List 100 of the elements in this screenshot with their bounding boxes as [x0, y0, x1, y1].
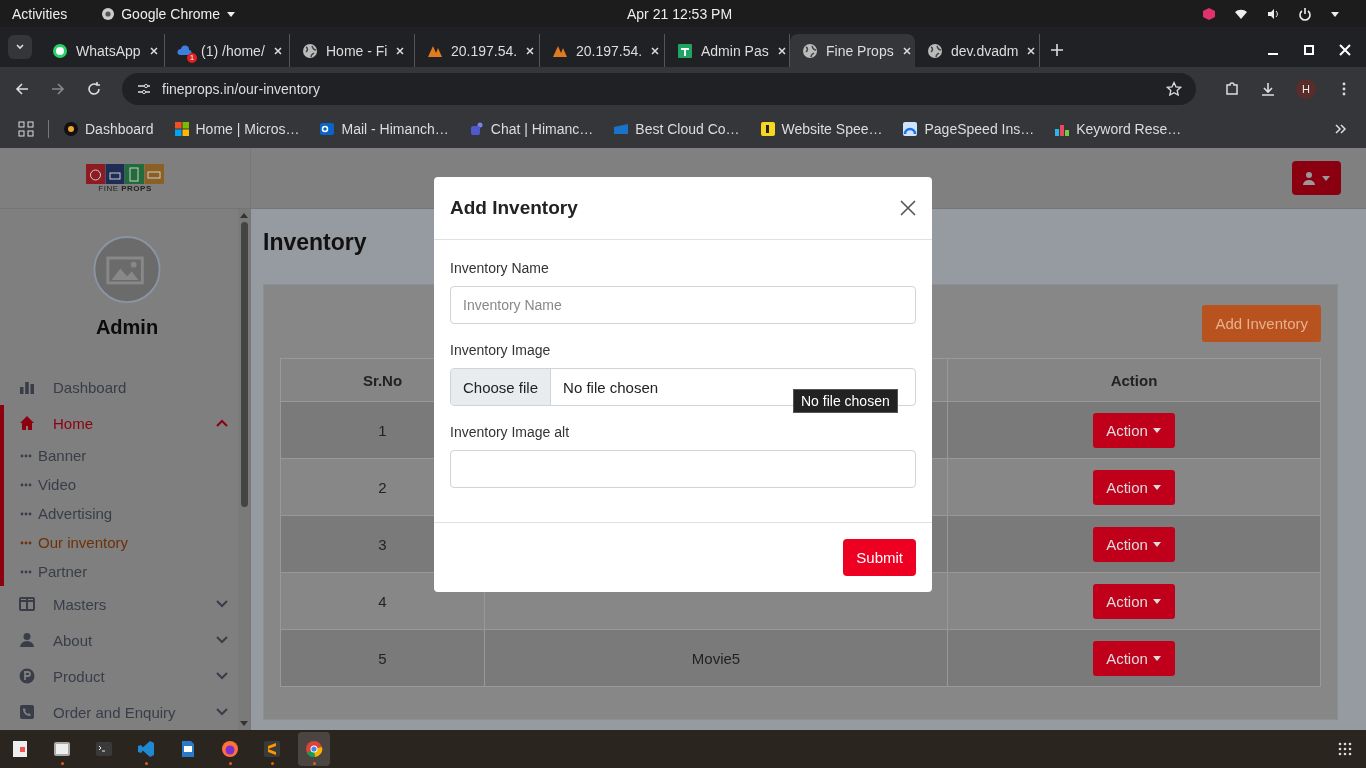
caret-icon — [1151, 425, 1162, 435]
profile-avatar[interactable]: H — [1296, 78, 1316, 99]
chevron-down-icon — [216, 636, 228, 644]
action-dropdown-button[interactable]: Action — [1093, 469, 1175, 505]
user-menu-button[interactable] — [1292, 161, 1341, 195]
document-icon — [10, 739, 30, 759]
home-icon — [19, 415, 35, 431]
image-placeholder-icon — [91, 235, 163, 304]
terminal-icon — [94, 739, 114, 759]
star-icon[interactable] — [1166, 80, 1182, 97]
input-field[interactable]: Inventory Name — [450, 286, 916, 324]
circle-icon — [63, 121, 79, 137]
caret-icon — [1151, 482, 1162, 492]
app-menu[interactable]: Google Chrome — [101, 5, 237, 22]
tab-title: (1) /home/ — [201, 42, 265, 59]
table-cell: Movie5 — [691, 649, 741, 667]
letter-tile-icon — [759, 121, 776, 137]
scrollbar[interactable] — [238, 209, 250, 730]
close-icon[interactable] — [900, 200, 916, 216]
scroll-down-icon[interactable] — [240, 721, 248, 727]
chevron-down-icon — [216, 600, 228, 608]
action-dropdown-button[interactable]: Action — [1093, 526, 1175, 562]
cube-icon[interactable] — [1202, 6, 1216, 21]
tab-title: 20.197.54. — [451, 42, 518, 59]
tab-title: Fine Props — [826, 42, 894, 59]
sheet-icon — [677, 42, 693, 59]
code-editor-icon — [136, 739, 156, 759]
close-icon[interactable] — [650, 45, 661, 56]
field-label: Inventory Name — [450, 260, 550, 276]
columns-icon — [19, 596, 35, 612]
mail-icon — [319, 121, 336, 137]
field-label: Inventory Image — [450, 342, 552, 358]
column-header: Action — [947, 358, 1321, 402]
bookmark[interactable]: Dashboard — [63, 121, 154, 137]
bookmark[interactable]: Best Cloud Co… — [613, 121, 740, 137]
tab-title: Admin Pas — [701, 42, 769, 59]
reload-icon[interactable] — [86, 80, 102, 97]
chevron-up-icon — [216, 419, 228, 427]
chevron-down-icon — [216, 708, 228, 716]
action-dropdown-button[interactable]: Action — [1093, 412, 1175, 448]
scroll-up-icon[interactable] — [240, 212, 248, 218]
bar-chart-icon — [19, 379, 35, 395]
dialog-title: Add Inventory — [450, 197, 578, 219]
parking-icon — [19, 668, 35, 684]
maximize-icon[interactable] — [1302, 43, 1316, 57]
browser-tab[interactable]: Fine Props — [790, 34, 915, 67]
user-name: Admin — [94, 316, 160, 339]
more-bookmarks-icon[interactable] — [1334, 122, 1348, 136]
page-title: Inventory — [263, 229, 368, 256]
tab-title: dev.dvadm — [951, 42, 1019, 59]
logo-icon — [86, 163, 164, 184]
address-bar[interactable]: fineprops.in/our-inventory — [122, 72, 1196, 105]
back-arrow-icon[interactable] — [14, 80, 30, 97]
table-cell: 5 — [280, 629, 485, 687]
text-editor-icon — [262, 739, 282, 759]
bookmark[interactable]: Website Spee… — [759, 121, 883, 137]
close-icon[interactable] — [525, 45, 536, 56]
tiles-icon — [173, 121, 190, 137]
bookmark[interactable]: Mail - Himanch… — [319, 121, 449, 137]
logo-text: FINE PROPS — [98, 183, 152, 193]
globe-icon — [802, 42, 818, 59]
dots-icon — [20, 482, 32, 487]
globe-icon — [302, 42, 318, 59]
chat-bubble-icon — [52, 42, 68, 59]
forward-arrow-icon[interactable] — [50, 80, 66, 97]
bookmark[interactable]: Home | Micros… — [173, 121, 300, 137]
chevron-down-icon — [216, 672, 228, 680]
input-field[interactable] — [450, 450, 916, 488]
bookmark[interactable]: Chat | Himanc… — [468, 121, 594, 137]
globe-icon — [927, 42, 943, 59]
app-grid-icon[interactable] — [1338, 742, 1352, 756]
bookmark[interactable]: Keyword Rese… — [1054, 121, 1182, 137]
tab-title: WhatsApp — [76, 42, 141, 59]
clock[interactable]: Apr 21 12:53 PM — [627, 5, 733, 22]
caret-icon — [1151, 653, 1162, 663]
gauge-icon — [902, 121, 919, 137]
submit-button[interactable]: Submit — [843, 539, 916, 576]
download-icon[interactable] — [1260, 80, 1276, 97]
tooltip: No file chosen — [793, 389, 898, 413]
action-dropdown-button[interactable]: Action — [1093, 583, 1175, 619]
power-icon[interactable] — [1298, 6, 1312, 21]
tab-title: 20.197.54. — [576, 42, 643, 59]
caret-icon — [1151, 539, 1162, 549]
close-icon[interactable] — [272, 45, 283, 56]
dots-icon — [20, 511, 32, 516]
tab-list-button[interactable] — [8, 35, 32, 59]
chrome-icon — [304, 739, 324, 759]
chrome-icon — [101, 6, 116, 21]
dots-icon — [20, 453, 32, 458]
action-dropdown-button[interactable]: Action — [1093, 640, 1175, 676]
caret-icon — [1321, 173, 1331, 183]
puzzle-icon[interactable] — [1224, 80, 1240, 97]
bookmark[interactable]: PageSpeed Ins… — [902, 121, 1035, 137]
activities-button[interactable]: Activities — [12, 5, 68, 22]
apps-grid-icon[interactable] — [18, 121, 34, 137]
person-icon — [19, 632, 35, 648]
chevron-down-icon — [15, 42, 25, 52]
caret-icon — [1151, 596, 1162, 606]
dots-icon — [20, 569, 32, 574]
new-tab-icon[interactable] — [1050, 43, 1064, 57]
